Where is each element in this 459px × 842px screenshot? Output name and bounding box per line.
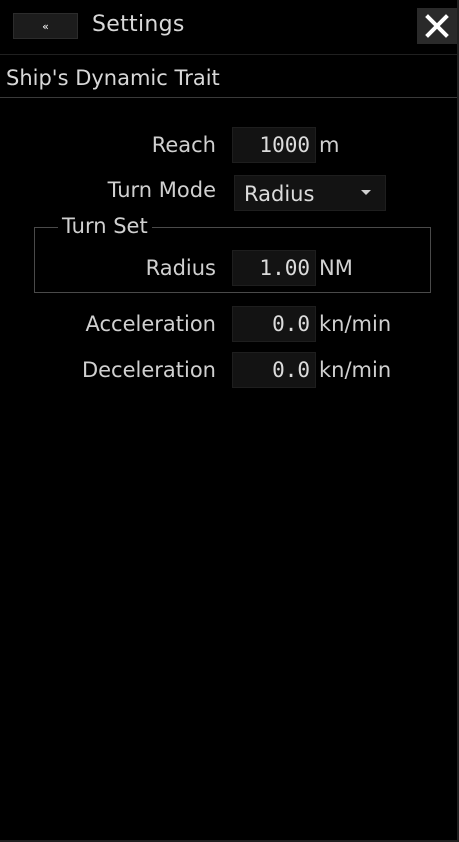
radius-input[interactable]: 1.00	[232, 250, 316, 286]
turn-mode-value: Radius	[244, 182, 315, 206]
acceleration-unit: kn/min	[319, 312, 392, 336]
deceleration-input[interactable]: 0.0	[232, 352, 316, 388]
settings-panel: « Settings Ship's Dynamic Trait Reach 10…	[0, 0, 459, 842]
acceleration-label: Acceleration	[85, 312, 217, 336]
reach-label: Reach	[151, 133, 216, 157]
acceleration-input[interactable]: 0.0	[232, 306, 316, 342]
title-bar: « Settings	[0, 0, 457, 44]
panel-title: Settings	[92, 12, 185, 37]
radius-unit: NM	[319, 256, 353, 280]
deceleration-label: Deceleration	[81, 358, 216, 382]
reach-input[interactable]: 1000	[232, 127, 316, 163]
turn-set-legend: Turn Set	[58, 213, 152, 239]
double-chevron-left-icon: «	[42, 19, 49, 33]
close-button[interactable]	[417, 8, 457, 44]
section-title: Ship's Dynamic Trait	[6, 66, 220, 90]
reach-unit: m	[319, 133, 340, 157]
radius-label: Radius	[145, 256, 216, 280]
turn-mode-label: Turn Mode	[107, 178, 216, 202]
close-icon	[425, 14, 449, 38]
deceleration-unit: kn/min	[319, 358, 392, 382]
collapse-button[interactable]: «	[13, 13, 78, 39]
section-header: Ship's Dynamic Trait	[0, 54, 457, 98]
turn-mode-select[interactable]: Radius	[234, 175, 386, 211]
chevron-down-icon	[361, 190, 371, 195]
